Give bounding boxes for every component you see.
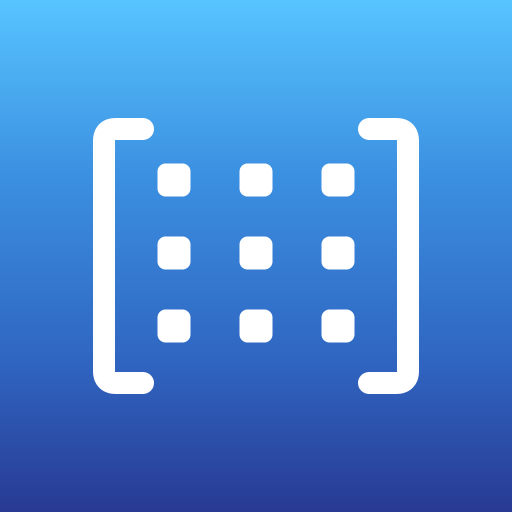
dot-grid	[157, 163, 355, 343]
grid-dot	[321, 163, 355, 197]
grid-dot	[239, 163, 273, 197]
grid-dot	[157, 163, 191, 197]
right-bracket-icon	[358, 118, 419, 394]
grid-dot	[157, 236, 191, 270]
left-bracket-icon	[93, 118, 154, 394]
grid-dot	[239, 309, 273, 343]
app-icon	[0, 0, 512, 512]
grid-dot	[157, 309, 191, 343]
matrix-brackets-grid-icon	[93, 118, 419, 394]
grid-dot	[239, 236, 273, 270]
grid-dot	[321, 236, 355, 270]
grid-dot	[321, 309, 355, 343]
